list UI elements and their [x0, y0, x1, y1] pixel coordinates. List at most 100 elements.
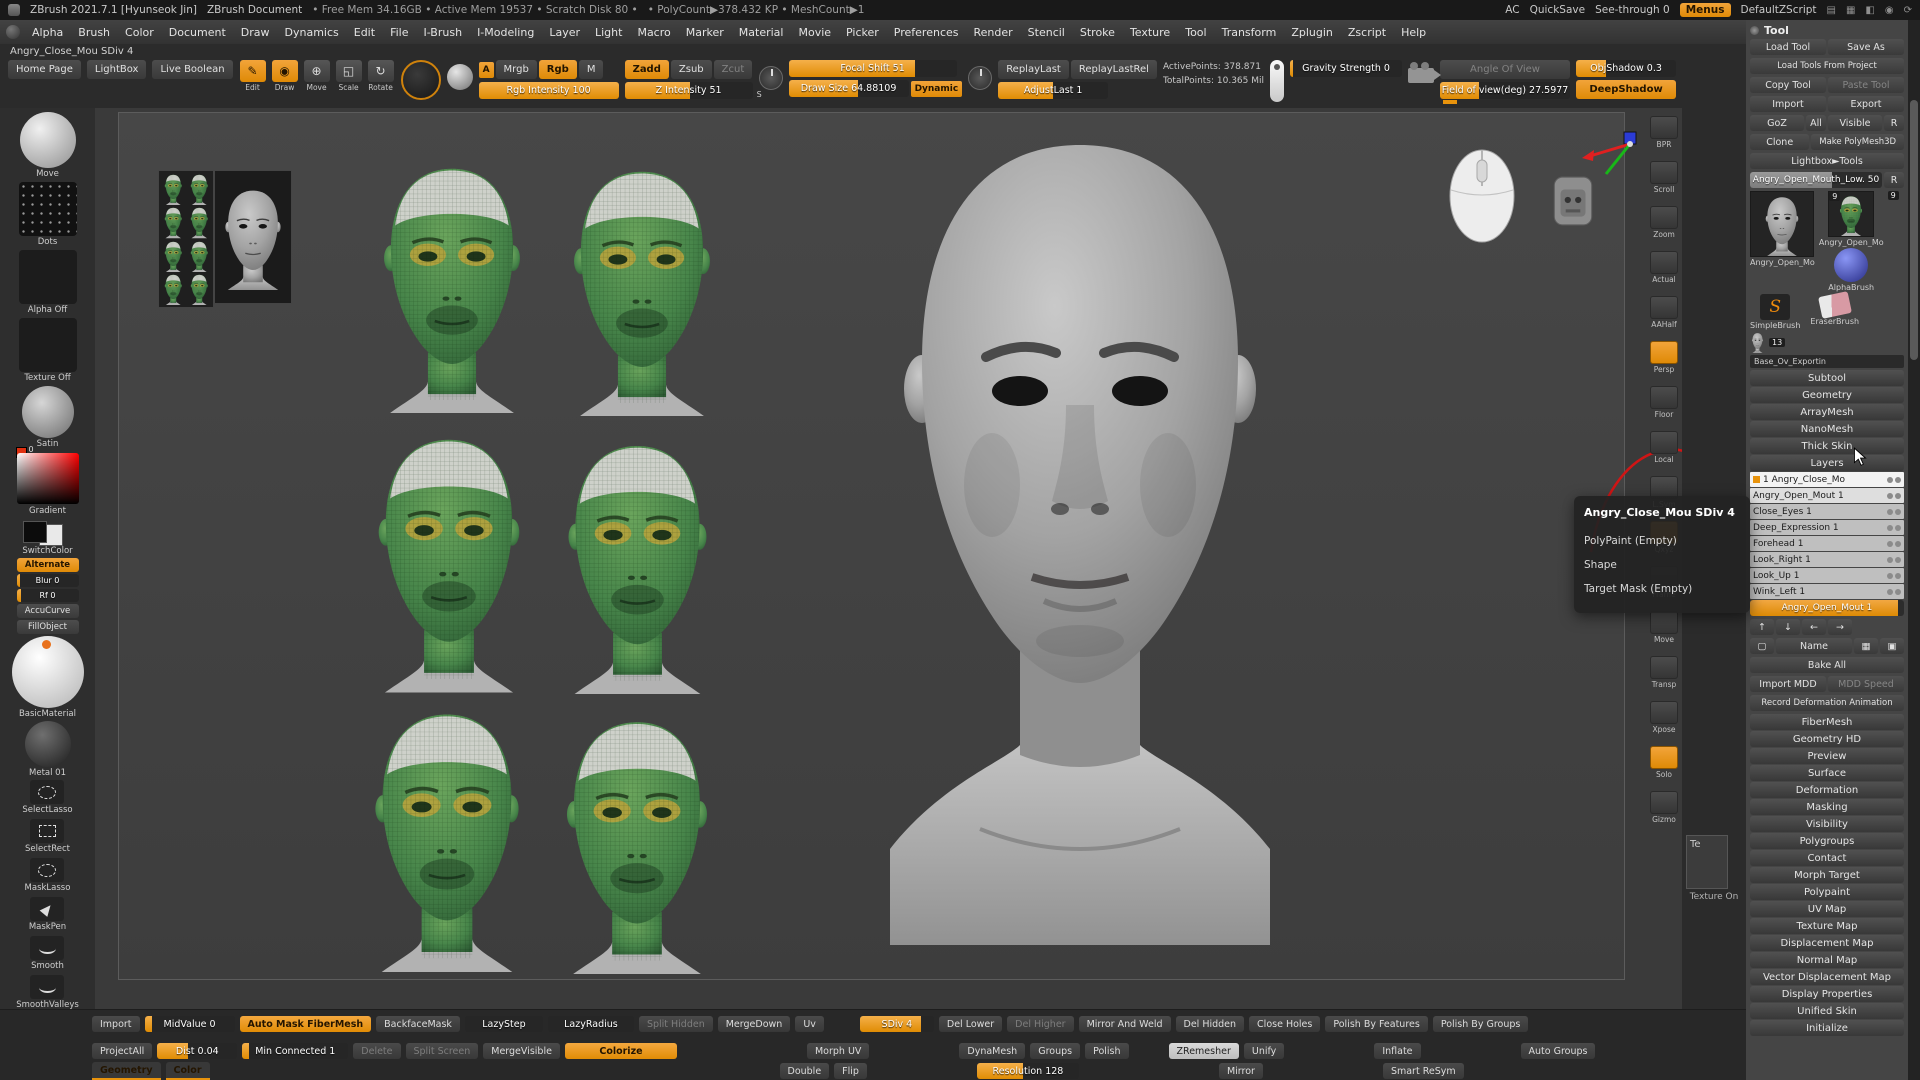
layer-down-button[interactable]: ↓: [1776, 619, 1800, 635]
tool-section-header[interactable]: Preview: [1750, 748, 1904, 764]
tool-section-header[interactable]: Subtool: [1750, 370, 1904, 386]
split-view-icon[interactable]: ◧: [1865, 5, 1874, 16]
sculpt-model-head[interactable]: [860, 125, 1300, 945]
bottom-control[interactable]: Uv: [795, 1016, 824, 1032]
right-shelf-button[interactable]: Gizmo: [1650, 791, 1678, 824]
menu-item[interactable]: Stencil: [1021, 23, 1072, 42]
tool-section-header[interactable]: Polypaint: [1750, 884, 1904, 900]
panel-view-icon[interactable]: ▦: [1846, 5, 1855, 16]
viewport-canvas[interactable]: Angry_Close_Mou SDiv 4 PolyPaint (Empty)…: [95, 108, 1682, 1010]
bottom-control[interactable]: ProjectAll: [92, 1043, 152, 1059]
save-as-button[interactable]: Save As: [1828, 39, 1904, 55]
layer-row[interactable]: Look_Right 1: [1750, 552, 1904, 567]
color-gradient[interactable]: [17, 453, 79, 504]
alphabrush-thumbnail[interactable]: [1834, 248, 1868, 282]
material-thumbnail[interactable]: Metal 01: [25, 721, 71, 778]
menu-item[interactable]: Help: [1394, 23, 1433, 42]
layer-new-icon[interactable]: ▢: [1750, 638, 1774, 654]
bottom-control[interactable]: Inflate: [1374, 1043, 1420, 1059]
grid-view-icon[interactable]: ▤: [1827, 5, 1836, 16]
layer-visibility-icons[interactable]: [1887, 509, 1901, 515]
right-shelf-button[interactable]: Actual: [1650, 251, 1678, 284]
slot-r-button[interactable]: R: [1884, 172, 1904, 188]
tool-section-header[interactable]: Surface: [1750, 765, 1904, 781]
layer-left-button[interactable]: ←: [1802, 619, 1826, 635]
menu-item[interactable]: Document: [162, 23, 233, 42]
layer-row[interactable]: Close_Eyes 1: [1750, 504, 1904, 519]
bottom-control[interactable]: Auto Groups: [1521, 1043, 1596, 1059]
quicksave-button[interactable]: QuickSave: [1530, 4, 1585, 16]
right-shelf-button[interactable]: Move: [1650, 611, 1678, 644]
stroke-preview-icon[interactable]: [447, 64, 473, 90]
bottom-control[interactable]: Auto Mask FiberMesh: [240, 1016, 372, 1032]
layer-visibility-icons[interactable]: [1887, 557, 1901, 563]
menu-item[interactable]: Edit: [347, 23, 382, 42]
bottom-control[interactable]: MidValue 0: [145, 1016, 235, 1032]
layer-delete-icon[interactable]: ▣: [1880, 638, 1904, 654]
menus-button[interactable]: Menus: [1680, 3, 1731, 17]
layer-row[interactable]: Deep_Expression 1: [1750, 520, 1904, 535]
stroke-dial-icon[interactable]: S: [759, 66, 783, 90]
bottom-control[interactable]: Del Lower: [939, 1016, 1002, 1032]
tool-section-header[interactable]: Deformation: [1750, 782, 1904, 798]
menu-item[interactable]: Zscript: [1341, 23, 1393, 42]
make-polymesh3d-button[interactable]: Make PolyMesh3D: [1811, 134, 1904, 150]
home-page-button[interactable]: Home Page: [8, 60, 81, 79]
deepshadow-button[interactable]: DeepShadow: [1576, 80, 1676, 99]
replay-last-button[interactable]: ReplayLast: [998, 60, 1069, 79]
menu-item[interactable]: Picker: [839, 23, 886, 42]
zcut-button[interactable]: Zcut: [714, 60, 753, 79]
layer-visibility-icons[interactable]: [1887, 589, 1901, 595]
bottom-control[interactable]: MergeVisible: [483, 1043, 560, 1059]
layer-visibility-icons[interactable]: [1887, 573, 1901, 579]
bottom-control[interactable]: Double: [780, 1063, 830, 1079]
draw-size-slider[interactable]: Draw Size 64.88109: [789, 80, 909, 97]
objshadow-slider[interactable]: ObjShadow 0.3: [1576, 60, 1676, 77]
layer-row[interactable]: Forehead 1: [1750, 536, 1904, 551]
layer-visibility-icons[interactable]: [1887, 493, 1901, 499]
lightbox-tools-button[interactable]: Lightbox►Tools: [1750, 153, 1904, 169]
zadd-button[interactable]: Zadd: [625, 60, 669, 79]
load-tool-button[interactable]: Load Tool: [1750, 39, 1826, 55]
right-shelf-button[interactable]: Scroll: [1650, 161, 1678, 194]
bottom-control[interactable]: Color: [166, 1062, 210, 1080]
right-shelf-button[interactable]: Transp: [1650, 656, 1678, 689]
tool-section-header[interactable]: Polygroups: [1750, 833, 1904, 849]
bottom-control[interactable]: Flip: [834, 1063, 867, 1079]
layer-visibility-icons[interactable]: [1887, 477, 1901, 483]
accucurve-button[interactable]: AccuCurve: [17, 604, 79, 618]
shelf-divider-handle[interactable]: [1443, 100, 1457, 104]
a-toggle[interactable]: A: [479, 62, 494, 78]
bottom-control[interactable]: Mirror And Weld: [1079, 1016, 1171, 1032]
adjust-dial-icon[interactable]: [968, 66, 992, 90]
goz-r-button[interactable]: R: [1884, 115, 1904, 131]
bottom-control[interactable]: Resolution 128: [977, 1063, 1079, 1079]
simplebrush-thumbnail[interactable]: S: [1760, 294, 1790, 320]
record-deformation-button[interactable]: Record Deformation Animation: [1750, 695, 1904, 711]
quick-brush-button[interactable]: SmoothValleys: [16, 975, 79, 1010]
bottom-control[interactable]: LazyStep: [465, 1016, 543, 1032]
right-shelf-button[interactable]: Floor: [1650, 386, 1678, 419]
tray-thumbnail[interactable]: Move: [20, 112, 76, 179]
menu-item[interactable]: Light: [588, 23, 629, 42]
color-picker[interactable]: 0: [17, 453, 79, 504]
bottom-control[interactable]: Del Higher: [1007, 1016, 1073, 1032]
bottom-control[interactable]: Morph UV: [807, 1043, 869, 1059]
base-export-bar[interactable]: Base_Ov_Exportin: [1750, 355, 1904, 368]
layer-row[interactable]: 1 Angry_Close_Mo: [1750, 472, 1904, 487]
load-tools-from-project-button[interactable]: Load Tools From Project: [1750, 58, 1904, 74]
field-of-view-slider[interactable]: Field of view(deg) 27.5977: [1440, 82, 1570, 99]
popup-menu-item[interactable]: Shape: [1584, 553, 1740, 577]
edit-button[interactable]: ✎ Edit: [239, 60, 267, 92]
tool-section-header[interactable]: Contact: [1750, 850, 1904, 866]
bottom-control[interactable]: ZRemesher: [1169, 1043, 1239, 1059]
goz-button[interactable]: GoZ: [1750, 115, 1804, 131]
clone-button[interactable]: Clone: [1750, 134, 1809, 150]
blur-slider[interactable]: Blur 0: [17, 574, 79, 587]
rgb-button[interactable]: Rgb: [539, 60, 577, 79]
tool-section-header[interactable]: Vector Displacement Map: [1750, 969, 1904, 985]
tray-thumbnail[interactable]: Alpha Off: [19, 250, 77, 315]
bottom-control[interactable]: Polish By Groups: [1433, 1016, 1529, 1032]
bottom-control[interactable]: Dist 0.04: [157, 1043, 237, 1059]
fillobject-button[interactable]: FillObject: [17, 620, 79, 634]
